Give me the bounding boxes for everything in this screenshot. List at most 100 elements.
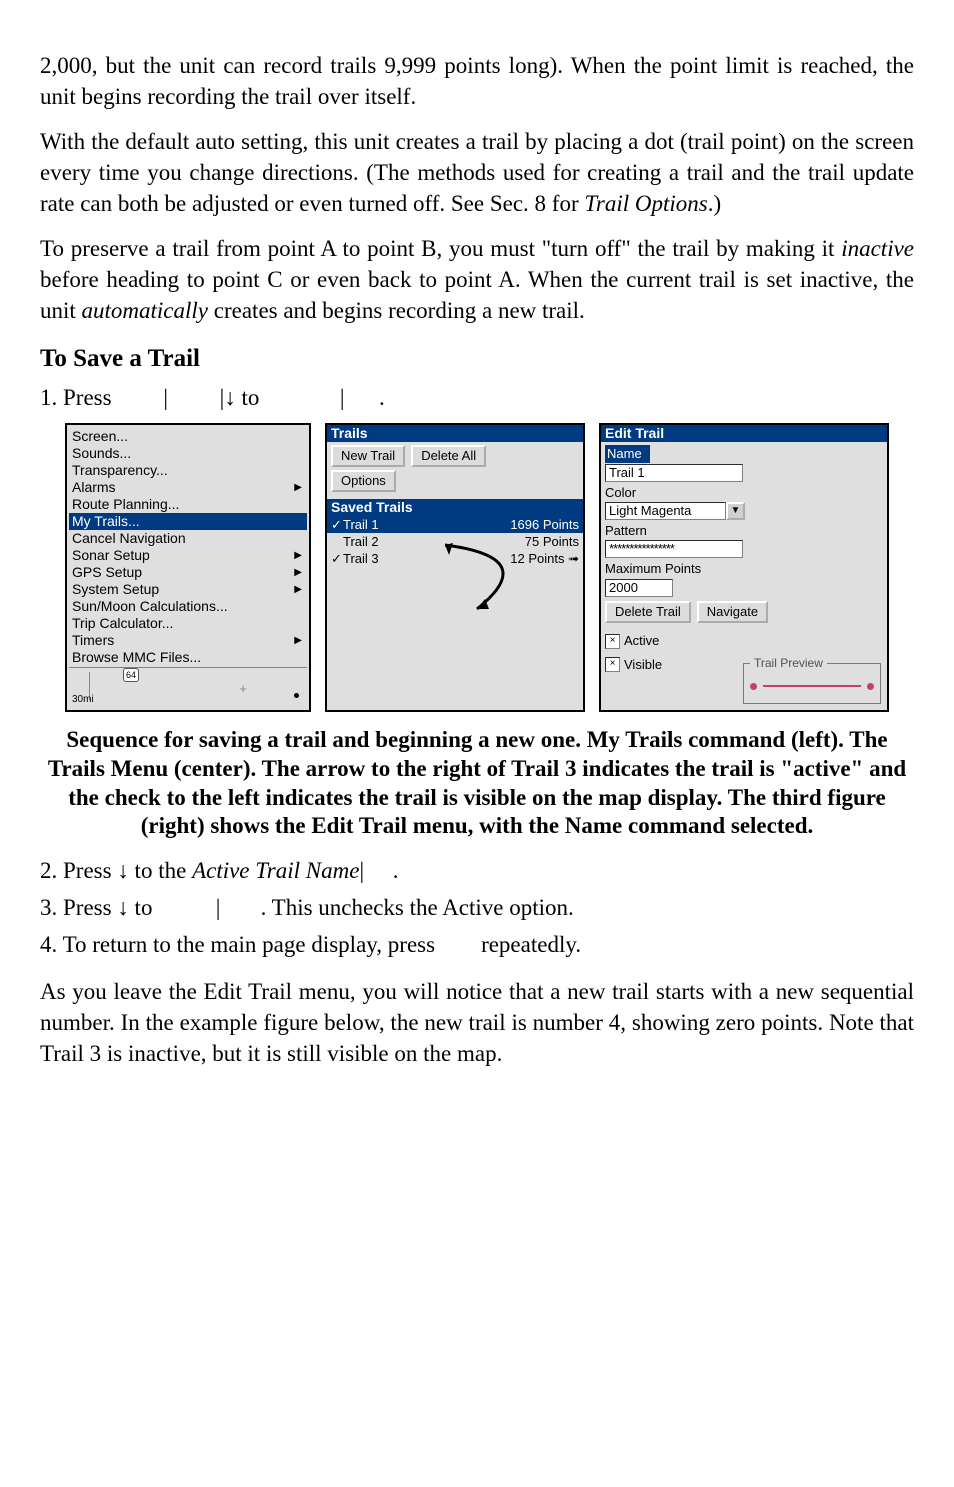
step1-e: .: [379, 385, 385, 410]
saved-trails-label: Saved Trails: [327, 499, 583, 516]
menu-item-label: Timers: [72, 632, 114, 649]
step2-b: |: [359, 858, 364, 883]
trail-points: 12 Points ➟: [510, 550, 579, 567]
screenshot-row: Screen...Sounds...Transparency...Alarms ▶…: [40, 423, 914, 712]
p2-a: With the default auto setting, this unit…: [40, 129, 914, 216]
menu-item[interactable]: System Setup ▶: [69, 581, 307, 598]
submenu-arrow-icon: ▶: [294, 632, 304, 649]
delete-all-button[interactable]: Delete All: [411, 445, 486, 467]
menu-item[interactable]: Sounds...: [69, 445, 307, 462]
trail-row[interactable]: ✓Trail 11696 Points: [327, 516, 583, 533]
menu-item[interactable]: Trip Calculator...: [69, 615, 307, 632]
maximum-points-label: Maximum Points: [605, 558, 883, 578]
submenu-arrow-icon: ▶: [294, 564, 304, 581]
name-field[interactable]: Trail 1: [605, 464, 743, 482]
trail-preview-legend: Trail Preview: [750, 655, 827, 671]
edit-trail-header: Edit Trail: [601, 425, 887, 442]
active-checkbox[interactable]: × Active: [605, 632, 659, 650]
menu-item[interactable]: Transparency...: [69, 462, 307, 479]
step-1: 1. Press | |↓ to | .: [40, 382, 914, 413]
p3-c: creates and begins recording a new trail…: [208, 298, 585, 323]
menu-item[interactable]: My Trails...: [69, 513, 307, 530]
trail-row[interactable]: ✓Trail 312 Points ➟: [327, 550, 583, 567]
menu-item-label: Sonar Setup: [72, 547, 150, 564]
step1-sep2: |: [340, 385, 345, 410]
preview-dot-icon: [750, 683, 757, 690]
menu-item-label: Alarms: [72, 479, 116, 496]
menu-item[interactable]: Alarms ▶: [69, 479, 307, 496]
step-4: 4. To return to the main page display, p…: [40, 929, 914, 960]
color-label: Color: [605, 482, 883, 502]
menu-item-label: Transparency...: [72, 462, 168, 479]
trail-points: 75 Points: [525, 533, 579, 550]
submenu-arrow-icon: ▶: [294, 479, 304, 496]
step2-i: Active Trail Name: [192, 858, 359, 883]
pattern-field[interactable]: ****************: [605, 540, 743, 558]
menu-item[interactable]: Sonar Setup ▶: [69, 547, 307, 564]
menu-item[interactable]: Route Planning...: [69, 496, 307, 513]
map-scale-label: 30mi: [72, 693, 94, 707]
step-3: 3. Press ↓ to | . This unchecks the Acti…: [40, 892, 914, 923]
checkbox-checked-icon: ×: [605, 634, 620, 649]
menu-item-label: Sun/Moon Calculations...: [72, 598, 228, 615]
trail-preview-group: Trail Preview: [743, 655, 881, 704]
section-to-save-a-trail: To Save a Trail: [40, 342, 914, 376]
p2-b: .): [708, 191, 721, 216]
visible-checkbox[interactable]: × Visible: [605, 656, 662, 674]
p3-a: To preserve a trail from point A to poin…: [40, 236, 841, 261]
color-value: Light Magenta: [605, 502, 726, 520]
paragraph-2: With the default auto setting, this unit…: [40, 126, 914, 219]
name-label: Name: [605, 445, 650, 463]
step1-c: |↓ to: [220, 385, 266, 410]
menu-item-label: Route Planning...: [72, 496, 179, 513]
step4-a: 4. To return to the main page display, p…: [40, 932, 441, 957]
step3-b: |: [216, 895, 221, 920]
menu-item[interactable]: Browse MMC Files...: [69, 649, 307, 666]
menu-item[interactable]: GPS Setup ▶: [69, 564, 307, 581]
step3-a: 3. Press ↓ to: [40, 895, 158, 920]
maximum-points-field[interactable]: 2000: [605, 579, 673, 597]
menu-item[interactable]: Timers ▶: [69, 632, 307, 649]
delete-trail-button[interactable]: Delete Trail: [605, 601, 691, 623]
menu-item-label: Screen...: [72, 428, 128, 445]
preview-dot-icon: [867, 683, 874, 690]
active-checkbox-label: Active: [624, 632, 659, 650]
trail-name: Trail 3: [343, 550, 510, 567]
submenu-arrow-icon: ▶: [294, 547, 304, 564]
map-cursor-icon: +: [239, 680, 247, 698]
submenu-arrow-icon: ▶: [294, 581, 304, 598]
new-trail-button[interactable]: New Trail: [331, 445, 405, 467]
figure-caption: Sequence for saving a trail and beginnin…: [40, 726, 914, 841]
step1-sep1: |: [163, 385, 168, 410]
p3-i2: automatically: [82, 298, 208, 323]
trail-visible-check-icon: ✓: [331, 550, 343, 567]
menu-item-label: System Setup: [72, 581, 159, 598]
menu-item[interactable]: Cancel Navigation: [69, 530, 307, 547]
p2-italic: Trail Options: [584, 191, 707, 216]
trail-name: Trail 1: [343, 516, 510, 533]
menu-item-label: Trip Calculator...: [72, 615, 173, 632]
trail-visible-check-icon: [331, 533, 343, 550]
trails-window: Trails New Trail Delete All Options Save…: [325, 423, 585, 712]
preview-line-icon: [763, 685, 861, 687]
options-button[interactable]: Options: [331, 470, 396, 492]
menu-item-label: GPS Setup: [72, 564, 142, 581]
paragraph-1: 2,000, but the unit can record trails 9,…: [40, 50, 914, 112]
color-combo[interactable]: Light Magenta ▼: [605, 502, 745, 520]
map-highway-badge: 64: [123, 668, 139, 682]
menu-item-label: My Trails...: [72, 513, 140, 530]
menu-item[interactable]: Screen...: [69, 428, 307, 445]
trail-row[interactable]: Trail 275 Points: [327, 533, 583, 550]
navigate-button[interactable]: Navigate: [697, 601, 768, 623]
pattern-label: Pattern: [605, 520, 883, 540]
chevron-down-icon[interactable]: ▼: [726, 502, 745, 520]
step1-a: 1. Press: [40, 385, 117, 410]
menu-item[interactable]: Sun/Moon Calculations...: [69, 598, 307, 615]
trail-points: 1696 Points: [510, 516, 579, 533]
trail-visible-check-icon: ✓: [331, 516, 343, 533]
step4-b: repeatedly.: [481, 932, 581, 957]
paragraph-4: As you leave the Edit Trail menu, you wi…: [40, 976, 914, 1069]
step3-c: . This unchecks the Active option.: [261, 895, 574, 920]
step-2: 2. Press ↓ to the Active Trail Name| .: [40, 855, 914, 886]
menu-item-label: Browse MMC Files...: [72, 649, 201, 666]
